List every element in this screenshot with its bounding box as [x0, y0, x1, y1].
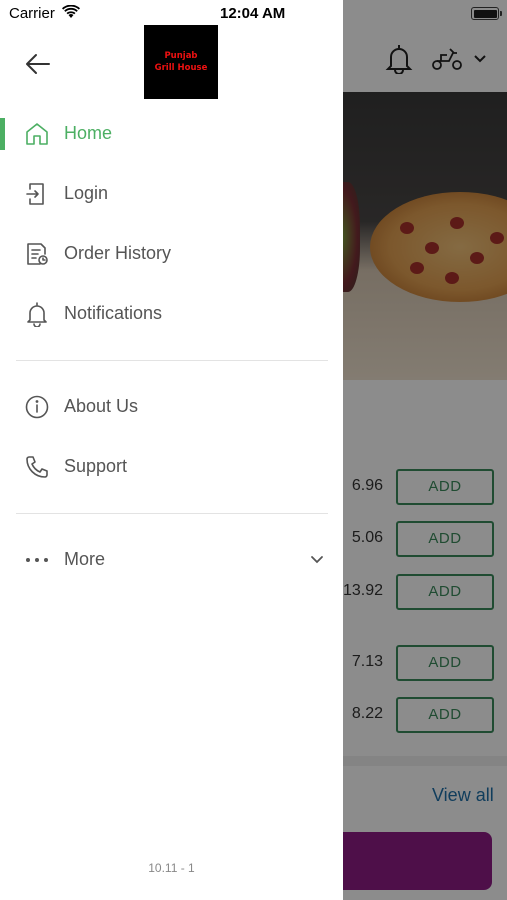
logo-line-1: Punjab — [164, 51, 198, 61]
app-version: 10.11 - 1 — [148, 861, 195, 875]
phone-icon — [26, 456, 48, 478]
wifi-icon — [62, 5, 80, 18]
menu-divider — [16, 513, 328, 514]
menu-item-label: About Us — [64, 396, 139, 416]
menu-item-notifications[interactable]: Notifications — [0, 288, 343, 340]
battery-icon — [471, 7, 502, 20]
menu-item-about-us[interactable]: About Us — [0, 381, 343, 433]
more-dots-icon — [26, 558, 48, 562]
active-indicator — [0, 118, 5, 150]
menu-item-label: Support — [64, 456, 128, 476]
menu-item-support[interactable]: Support — [0, 441, 343, 493]
menu-item-label: Order History — [64, 243, 172, 263]
menu-divider — [16, 360, 328, 361]
carrier-label: Carrier — [9, 5, 55, 22]
menu-item-more[interactable]: More — [0, 534, 343, 586]
menu-item-label: More — [64, 549, 106, 569]
bell-icon — [27, 302, 47, 327]
login-icon — [26, 183, 44, 205]
menu-item-label: Home — [64, 123, 113, 143]
side-drawer: Punjab Grill House Home Login Order Hist… — [0, 0, 343, 900]
order-history-icon — [27, 243, 48, 265]
status-time: 12:04 AM — [220, 5, 286, 22]
menu-item-order-history[interactable]: Order History — [0, 228, 343, 280]
back-arrow-icon[interactable] — [22, 50, 54, 78]
status-bar: Carrier 12:04 AM — [0, 0, 507, 28]
menu-item-login[interactable]: Login — [0, 168, 343, 220]
home-icon — [26, 123, 48, 145]
menu-item-home[interactable]: Home — [0, 108, 343, 160]
menu-item-label: Login — [64, 183, 109, 203]
chevron-down-icon[interactable] — [309, 553, 325, 567]
restaurant-logo: Punjab Grill House — [144, 25, 218, 99]
info-icon — [25, 395, 49, 419]
menu-item-label: Notifications — [64, 303, 163, 323]
logo-line-2: Grill House — [154, 63, 208, 73]
